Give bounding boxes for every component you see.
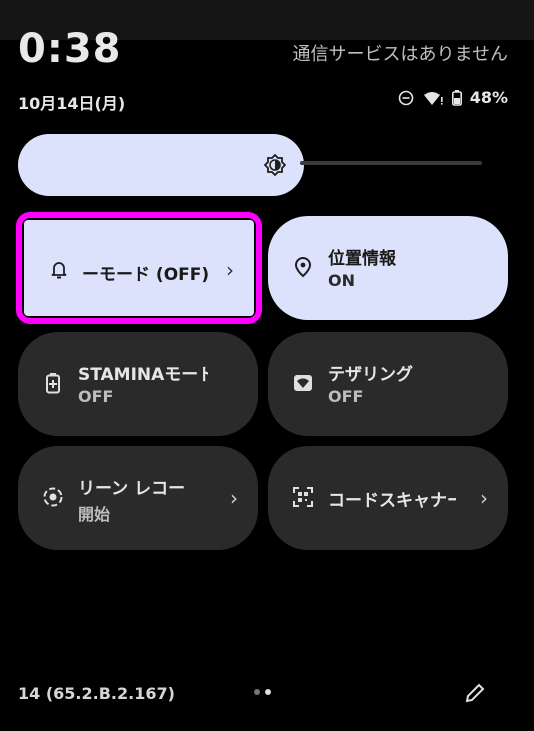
battery-icon [451, 89, 462, 106]
tile-subtitle: OFF [328, 387, 364, 406]
chevron-right-icon: › [230, 486, 238, 510]
tile-screen-recorder[interactable]: リーン レコー 開始 › [18, 446, 258, 550]
date: 10月14日(月) [18, 94, 126, 113]
location-pin-icon [294, 256, 312, 278]
chevron-right-icon: › [480, 486, 488, 510]
battery-saver-icon [46, 373, 60, 394]
tile-title: コードスキャナー [328, 491, 456, 511]
page-indicator[interactable] [254, 689, 271, 695]
tile-title: ーモード (OFF) [82, 265, 210, 285]
carrier-status: 通信サービスはありません [292, 44, 508, 65]
chevron-right-icon: › [226, 258, 234, 282]
tile-title: STAMINAモード [78, 365, 208, 385]
battery-percent: 48% [469, 88, 508, 107]
tile-subtitle: ON [328, 271, 355, 290]
qr-scanner-icon [293, 487, 313, 507]
page-dot-active [265, 689, 271, 695]
clock: 0:38 [18, 26, 122, 72]
record-icon [43, 487, 63, 507]
brightness-icon [264, 154, 286, 176]
edit-pencil-icon[interactable] [464, 682, 486, 704]
brightness-track[interactable] [300, 161, 482, 165]
tile-code-scanner[interactable]: コードスキャナー › [268, 446, 508, 550]
tile-subtitle: OFF [78, 387, 114, 406]
tile-stamina-mode[interactable]: STAMINAモード OFF [18, 332, 258, 436]
tile-title: リーン レコー [78, 479, 186, 499]
page-dot [254, 689, 260, 695]
build-number: 14 (65.2.B.2.167) [18, 684, 175, 703]
bell-icon [51, 262, 67, 279]
tile-title: テザリング [328, 365, 413, 385]
tile-tethering[interactable]: テザリング OFF [268, 332, 508, 436]
tile-title: 位置情報 [328, 249, 396, 269]
tile-location[interactable]: 位置情報 ON [268, 216, 508, 320]
brightness-slider[interactable] [18, 134, 304, 196]
hotspot-icon [294, 375, 312, 391]
status-icons: 48% [398, 88, 508, 107]
do-not-disturb-icon [398, 90, 414, 105]
wifi-icon [423, 91, 443, 105]
tile-manner-mode[interactable]: ーモード (OFF) › [24, 220, 254, 316]
tile-subtitle: 開始 [78, 505, 111, 524]
